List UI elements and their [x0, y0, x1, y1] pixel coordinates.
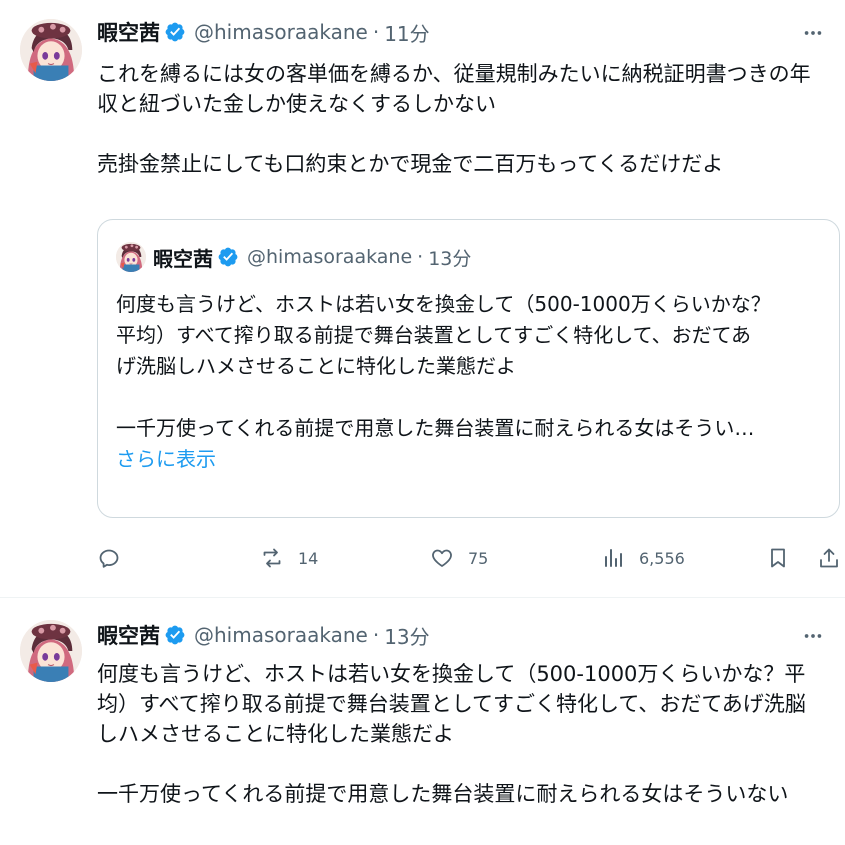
bookmark-icon [771, 548, 785, 568]
quote-text: 何度も言うけど、ホストは若い女を換金して（500-1000万くらいかな？ 平均）… [116, 289, 828, 475]
tweet-text-line: これを縛るには女の客単価を縛るか、従量規制みたいに納税証明書つきの年 [97, 62, 811, 86]
verified-badge-icon[interactable] [164, 21, 186, 43]
tweet-text-line: 何度も言うけど、ホストは若い女を換金して（500-1000万くらいかな？平 [97, 662, 806, 686]
tweet[interactable]: 暇空茜 @himasoraakane · 11分 これを縛るには女の客単価を縛る… [0, 0, 845, 598]
reply-icon [99, 549, 119, 568]
share-button[interactable] [817, 540, 841, 576]
separator-dot: · [372, 623, 380, 647]
tweet-text-line: しハメさせることに特化した業態だよ [97, 722, 454, 746]
avatar-image [20, 19, 82, 81]
quote-text-line: 一千万使ってくれる前提で用意した舞台装置に耐えられる女はそうい… [116, 416, 755, 440]
share-icon [820, 548, 838, 568]
bookmark-button[interactable] [766, 540, 790, 576]
timestamp[interactable]: 11分 [384, 18, 429, 47]
avatar[interactable] [20, 620, 82, 682]
more-icon [804, 31, 822, 35]
verified-badge-icon[interactable] [164, 624, 186, 646]
timestamp[interactable]: 13分 [384, 621, 429, 650]
verified-badge-icon [217, 246, 239, 268]
like-icon [432, 549, 452, 567]
views-button[interactable]: 6,556 [601, 540, 685, 576]
quote-user-handle: @himasoraakane [247, 246, 413, 268]
separator-dot: · [417, 246, 424, 268]
quote-text-line: 何度も言うけど、ホストは若い女を換金して（500-1000万くらいかな？ [116, 292, 771, 316]
user-handle[interactable]: @himasoraakane [194, 20, 368, 44]
retweet-icon [263, 548, 281, 568]
views-count: 6,556 [639, 548, 685, 568]
more-icon [804, 634, 822, 638]
tweet-text-line: 売掛金禁止にしても口約束とかで現金で二百万もってくるだけだよ [97, 152, 724, 176]
quote-display-name: 暇空茜 [153, 246, 213, 271]
quote-timestamp: 13分 [428, 247, 472, 270]
avatar[interactable] [20, 19, 82, 81]
like-count: 75 [468, 548, 489, 568]
quote-tweet-card[interactable]: 暇空茜 @himasoraakane · 13分 何度も言うけど、ホストは若い女… [97, 219, 840, 518]
like-button[interactable]: 75 [430, 540, 488, 576]
quote-text-line: げ洗脳しハメさせることに特化した業態だよ [116, 354, 516, 378]
more-options-button[interactable] [801, 624, 825, 648]
display-name[interactable]: 暇空茜 [97, 17, 160, 47]
views-icon [605, 549, 622, 567]
tweet[interactable]: 暇空茜 @himasoraakane · 13分 何度も言うけど、ホストは若い女… [0, 598, 845, 845]
quote-avatar [116, 242, 146, 272]
avatar-image [20, 620, 82, 682]
tweet-header: 暇空茜 @himasoraakane · 11分 [97, 17, 430, 47]
reply-button[interactable] [97, 540, 121, 576]
retweet-count: 14 [298, 548, 319, 568]
more-options-button[interactable] [801, 21, 825, 45]
tweet-text-line: 一千万使ってくれる前提で用意した舞台装置に耐えられる女はそういない [97, 782, 789, 806]
tweet-text: これを縛るには女の客単価を縛るか、従量規制みたいに納税証明書つきの年 収と紐づい… [97, 59, 832, 179]
quote-header: 暇空茜 @himasoraakane · 13分 [153, 242, 471, 272]
tweet-text-line: 均）すべて搾り取る前提で舞台装置としてすごく特化して、おだてあげ洗脳 [97, 692, 806, 716]
separator-dot: · [372, 20, 380, 44]
action-bar: 14 75 6,556 [97, 540, 842, 576]
tweet-text: 何度も言うけど、ホストは若い女を換金して（500-1000万くらいかな？平 均）… [97, 659, 832, 809]
user-handle[interactable]: @himasoraakane [194, 623, 368, 647]
show-more-link[interactable]: さらに表示 [116, 447, 216, 471]
tweet-header: 暇空茜 @himasoraakane · 13分 [97, 620, 430, 650]
retweet-button[interactable]: 14 [260, 540, 318, 576]
display-name[interactable]: 暇空茜 [97, 620, 160, 650]
quote-text-line: 平均）すべて搾り取る前提で舞台装置としてすごく特化して、おだてあ [116, 323, 751, 347]
tweet-text-line: 収と紐づいた金しか使えなくするしかない [97, 92, 496, 116]
